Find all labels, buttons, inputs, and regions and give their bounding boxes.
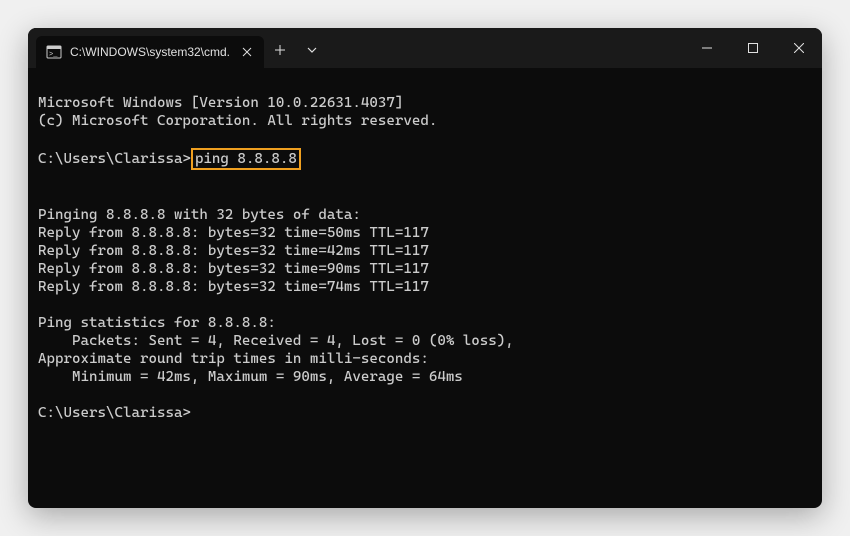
minimize-button[interactable] [684,28,730,68]
maximize-button[interactable] [730,28,776,68]
tab-dropdown-button[interactable] [296,34,328,66]
reply-line: Reply from 8.8.8.8: bytes=32 time=50ms T… [38,225,429,241]
new-tab-button[interactable] [264,34,296,66]
close-button[interactable] [776,28,822,68]
tab-title: C:\WINDOWS\system32\cmd. [70,45,230,59]
stats-packets: Packets: Sent = 4, Received = 4, Lost = … [38,333,514,349]
tab-cmd[interactable]: >_ C:\WINDOWS\system32\cmd. [36,36,264,68]
terminal-window: >_ C:\WINDOWS\system32\cmd. [28,28,822,508]
copyright-line: (c) Microsoft Corporation. All rights re… [38,113,437,129]
reply-line: Reply from 8.8.8.8: bytes=32 time=74ms T… [38,279,429,295]
stats-rtt-header: Approximate round trip times in milli-se… [38,351,429,367]
version-line: Microsoft Windows [Version 10.0.22631.40… [38,95,403,111]
window-controls [684,28,822,68]
highlighted-command: ping 8.8.8.8 [191,148,301,170]
cmd-icon: >_ [46,44,62,60]
terminal-output[interactable]: Microsoft Windows [Version 10.0.22631.40… [28,68,822,508]
prompt-line-2: C:\Users\Clarissa> [38,405,191,421]
stats-rtt: Minimum = 42ms, Maximum = 90ms, Average … [38,369,463,385]
stats-header: Ping statistics for 8.8.8.8: [38,315,276,331]
prompt-line-1: C:\Users\Clarissa>ping 8.8.8.8 [38,148,812,170]
prompt-prefix: C:\Users\Clarissa> [38,151,191,167]
reply-line: Reply from 8.8.8.8: bytes=32 time=90ms T… [38,261,429,277]
pinging-line: Pinging 8.8.8.8 with 32 bytes of data: [38,207,361,223]
titlebar: >_ C:\WINDOWS\system32\cmd. [28,28,822,68]
svg-text:>_: >_ [49,51,58,59]
reply-line: Reply from 8.8.8.8: bytes=32 time=42ms T… [38,243,429,259]
tab-close-button[interactable] [238,43,256,61]
